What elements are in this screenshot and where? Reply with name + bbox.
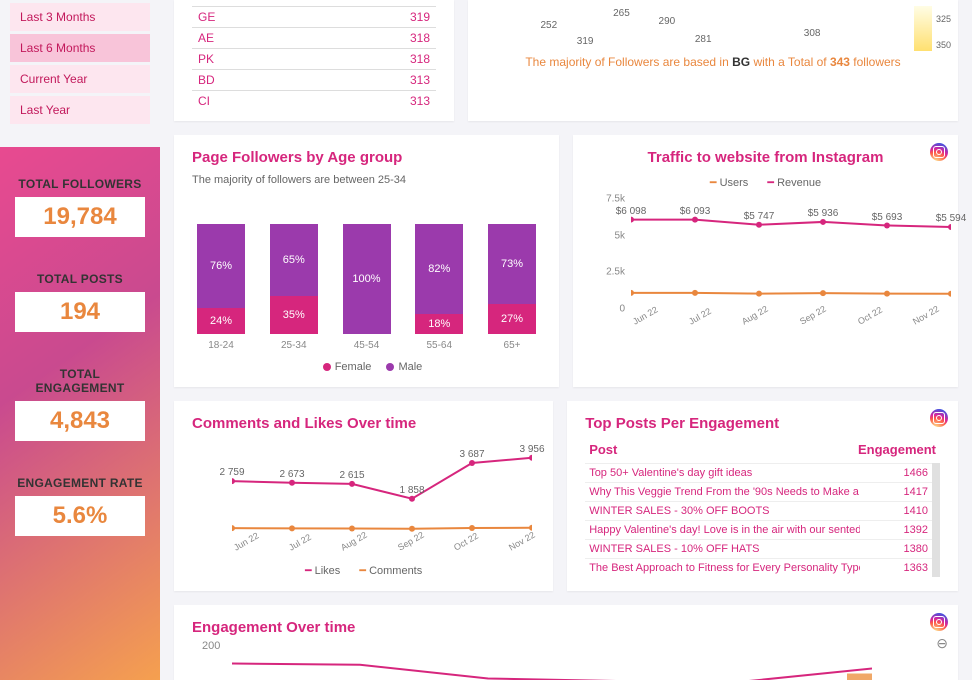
- caption-count: 343: [830, 55, 850, 69]
- data-label: 3 687: [459, 449, 484, 460]
- data-label: 1 858: [399, 485, 424, 496]
- caption-text: with a Total of: [750, 55, 830, 69]
- post-col-header: Post: [589, 442, 617, 457]
- instagram-icon: [930, 409, 948, 427]
- age-panel-subtitle: The majority of followers are between 25…: [192, 174, 541, 186]
- kpi-rate-label: ENGAGEMENT RATE: [15, 476, 145, 490]
- data-label: 3 956: [519, 444, 544, 455]
- kpi-posts-label: TOTAL POSTS: [15, 272, 145, 286]
- data-label: 2 615: [339, 470, 364, 481]
- filter-current-year[interactable]: Current Year: [10, 65, 150, 93]
- age-bar: 35%65%25-34: [270, 224, 318, 351]
- kpi-followers-value: 19,784: [15, 197, 145, 237]
- kpi-sidebar: TOTAL FOLLOWERS 19,784 TOTAL POSTS 194 TOT…: [0, 147, 160, 680]
- age-bar-chart: 24%76%18-24 35%65%25-34 100%45-54 18%82%55-…: [192, 196, 541, 351]
- traffic-x-axis: Jun 22Jul 22Aug 22Sep 22Oct 22Nov 22: [591, 318, 940, 328]
- post-row[interactable]: Top 50+ Valentine's day gift ideas1466: [585, 463, 932, 482]
- post-row[interactable]: WINTER SALES - 10% OFF HATS1380: [585, 539, 932, 558]
- map-count: 265: [613, 8, 630, 19]
- map-count: 252: [540, 20, 557, 31]
- data-label: $5 693: [872, 212, 903, 223]
- map-count: 308: [804, 28, 821, 39]
- post-row[interactable]: Happy Valentine's day! Love is in the ai…: [585, 520, 932, 539]
- table-row: CI313: [192, 90, 436, 111]
- post-row[interactable]: The Best Approach to Fitness for Every P…: [585, 558, 932, 577]
- table-row: AE318: [192, 27, 436, 48]
- kpi-posts-value: 194: [15, 292, 145, 332]
- followers-map: 265 252 290 319 281 308 325 350 The majo…: [468, 0, 958, 121]
- post-row[interactable]: Why This Veggie Trend From the '90s Need…: [585, 482, 932, 501]
- caption-text: The majority of Followers are based in: [525, 55, 732, 69]
- traffic-legend: ━ Users ━ Revenue: [591, 176, 940, 189]
- traffic-panel: Traffic to website from Instagram ━ User…: [573, 135, 958, 387]
- data-label: $5 936: [808, 208, 839, 219]
- map-count: 281: [695, 34, 712, 45]
- age-legend: Female Male: [192, 361, 541, 373]
- comments-x-axis: Jun 22Jul 22Aug 22Sep 22Oct 22Nov 22: [192, 544, 535, 554]
- age-bar: 100%45-54: [343, 224, 391, 351]
- instagram-icon: [930, 613, 948, 631]
- age-bar: 24%76%18-24: [197, 224, 245, 351]
- kpi-engagement-label: TOTAL ENGAGEMENT: [15, 367, 145, 395]
- traffic-line-chart: $6 098$6 093$5 747$5 936$5 693$5 59402.5…: [591, 189, 940, 314]
- data-label: $6 093: [680, 206, 711, 217]
- country-table: GE319AE318PK318BD313CI313: [174, 0, 454, 121]
- data-label: $5 747: [744, 211, 775, 222]
- kpi-engagement-value: 4,843: [15, 401, 145, 441]
- legend-dot-male: [386, 363, 394, 371]
- age-group-panel: Page Followers by Age group The majority…: [174, 135, 559, 387]
- data-label: 2 673: [279, 469, 304, 480]
- posts-panel-title: Top Posts Per Engagement: [585, 415, 940, 432]
- legend-dot-female: [323, 363, 331, 371]
- map-count: 290: [659, 16, 676, 27]
- top-posts-panel: Top Posts Per Engagement PostEngagement …: [567, 401, 958, 591]
- age-panel-title: Page Followers by Age group: [192, 149, 541, 166]
- table-row: PK318: [192, 48, 436, 69]
- table-row: GE319: [192, 6, 436, 27]
- legend-label: Female: [335, 361, 372, 373]
- engage-panel-title: Engagement Over time: [192, 619, 940, 636]
- engagement-line-chart: 200: [192, 646, 940, 680]
- kpi-rate-value: 5.6%: [15, 496, 145, 536]
- engagement-over-time-panel: ⊖ Engagement Over time 200: [174, 605, 958, 680]
- caption-text: followers: [850, 55, 901, 69]
- posts-list[interactable]: Top 50+ Valentine's day gift ideas1466Wh…: [585, 463, 940, 577]
- age-bar: 18%82%55-64: [415, 224, 463, 351]
- map-color-scale: 325 350: [914, 6, 932, 51]
- kpi-followers-label: TOTAL FOLLOWERS: [15, 177, 145, 191]
- data-label: 2 759: [219, 467, 244, 478]
- age-bar: 27%73%65+: [488, 224, 536, 351]
- filter-last-3-months[interactable]: Last 3 Months: [10, 3, 150, 31]
- scale-label: 350: [936, 40, 951, 50]
- comments-line-chart: 2 7592 6732 6151 8583 6873 956: [192, 440, 535, 540]
- traffic-panel-title: Traffic to website from Instagram: [591, 149, 940, 166]
- legend-label: Users: [720, 177, 749, 189]
- comments-legend: ━ Likes ━ Comments: [192, 564, 535, 577]
- comments-likes-panel: Comments and Likes Over time 2 759 2 673 2…: [174, 401, 553, 591]
- map-count: 319: [577, 36, 594, 47]
- legend-label: Likes: [315, 565, 341, 577]
- map-caption: The majority of Followers are based in B…: [486, 55, 940, 69]
- filter-last-6-months[interactable]: Last 6 Months: [10, 34, 150, 62]
- comments-panel-title: Comments and Likes Over time: [192, 415, 535, 432]
- filter-last-year[interactable]: Last Year: [10, 96, 150, 124]
- post-row[interactable]: WINTER SALES - 30% OFF BOOTS1410: [585, 501, 932, 520]
- legend-label: Revenue: [777, 177, 821, 189]
- legend-label: Male: [398, 361, 422, 373]
- scale-label: 325: [936, 14, 951, 24]
- date-filters: Last 3 Months Last 6 Months Current Year…: [0, 0, 160, 147]
- caption-country: BG: [732, 55, 750, 69]
- data-label: $5 594: [936, 213, 967, 224]
- table-row: BD313: [192, 69, 436, 90]
- instagram-icon: [930, 143, 948, 161]
- engagement-col-header: Engagement: [858, 442, 936, 457]
- legend-label: Comments: [369, 565, 422, 577]
